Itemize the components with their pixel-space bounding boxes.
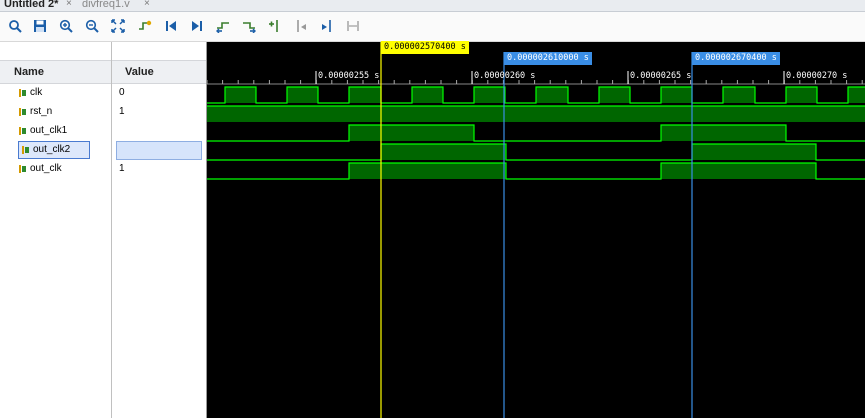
time-tick-label: 0.00000265 s — [630, 71, 692, 81]
value-row-out-clk2[interactable] — [112, 141, 206, 160]
wave-rst-n — [207, 105, 865, 122]
value-column-header[interactable]: Value — [112, 60, 206, 84]
zoom-in-icon[interactable] — [57, 17, 75, 35]
go-to-end-icon[interactable] — [188, 17, 206, 35]
value-out-clk: 1 — [119, 163, 125, 174]
tab-bar: Untitled 2* × divfreq1.v × — [0, 0, 865, 12]
previous-transition-icon[interactable] — [214, 17, 232, 35]
tab-divfreq1[interactable]: divfreq1.v — [82, 0, 130, 11]
main-cursor-time-label[interactable]: 0.000002570400 s — [381, 41, 469, 54]
value-clk: 0 — [119, 87, 125, 98]
signal-values-panel: Value 0 1 1 — [112, 42, 208, 418]
signal-name-clk: clk — [30, 87, 43, 98]
wave-clk — [207, 86, 865, 104]
next-marker-icon[interactable] — [318, 17, 336, 35]
signal-row-clk[interactable]: clk — [0, 84, 111, 102]
zoom-fit-icon[interactable] — [109, 17, 127, 35]
signal-name-out-clk2: out_clk2 — [33, 144, 71, 155]
signal-icon — [19, 89, 26, 97]
wave-out-clk1 — [207, 124, 865, 142]
go-to-start-icon[interactable] — [162, 17, 180, 35]
name-column-header[interactable]: Name — [0, 60, 111, 84]
signal-icon — [19, 108, 26, 116]
swap-cursors-icon[interactable] — [344, 17, 362, 35]
signal-name-out-clk: out_clk — [30, 163, 62, 174]
search-icon[interactable] — [6, 17, 24, 35]
signal-row-rst-n[interactable]: rst_n — [0, 103, 111, 121]
marker-1-time-label[interactable]: 0.000002610000 s — [504, 52, 592, 65]
signal-row-out-clk1[interactable]: out_clk1 — [0, 122, 111, 140]
signal-row-out-clk[interactable]: out_clk — [0, 160, 111, 178]
waveform-canvas[interactable]: 0.000002570400 s 0.000002610000 s 0.0000… — [207, 41, 865, 418]
signal-names-panel: Name clk rst_n out_clk1 out_clk2 out_clk — [0, 42, 112, 418]
go-to-cursor-icon[interactable] — [136, 17, 154, 35]
signal-icon — [19, 127, 26, 135]
signal-icon — [22, 146, 29, 154]
add-marker-icon[interactable] — [266, 17, 284, 35]
time-tick-label: 0.00000260 s — [474, 71, 536, 81]
value-selection-highlight — [116, 141, 202, 160]
wave-out-clk2 — [207, 143, 865, 161]
signal-icon — [19, 165, 26, 173]
value-out-clk2 — [112, 144, 119, 155]
save-icon[interactable] — [31, 17, 49, 35]
previous-marker-icon[interactable] — [292, 17, 310, 35]
value-row-out-clk1[interactable] — [112, 122, 206, 140]
wave-out-clk — [207, 162, 865, 180]
tab-untitled-2[interactable]: Untitled 2* — [4, 0, 58, 11]
signal-row-out-clk2[interactable]: out_clk2 — [0, 141, 111, 159]
time-tick-label: 0.00000255 s — [318, 71, 380, 81]
name-header-label: Name — [14, 66, 44, 78]
zoom-out-icon[interactable] — [83, 17, 101, 35]
value-row-out-clk[interactable]: 1 — [112, 160, 206, 178]
marker-2-time-label[interactable]: 0.000002670400 s — [692, 52, 780, 65]
value-header-label: Value — [125, 66, 154, 78]
signal-name-out-clk1: out_clk1 — [30, 125, 68, 136]
waveform-plot — [207, 42, 865, 418]
close-tab-icon[interactable]: × — [66, 0, 72, 9]
value-row-clk[interactable]: 0 — [112, 84, 206, 102]
waveform-toolbar — [0, 12, 865, 42]
signal-name-rst-n: rst_n — [30, 106, 53, 117]
time-tick-label: 0.00000270 s — [786, 71, 848, 81]
value-out-clk1 — [112, 125, 119, 136]
value-rst-n: 1 — [119, 106, 125, 117]
value-row-rst-n[interactable]: 1 — [112, 103, 206, 121]
next-transition-icon[interactable] — [240, 17, 258, 35]
close-tab-icon[interactable]: × — [144, 0, 150, 9]
